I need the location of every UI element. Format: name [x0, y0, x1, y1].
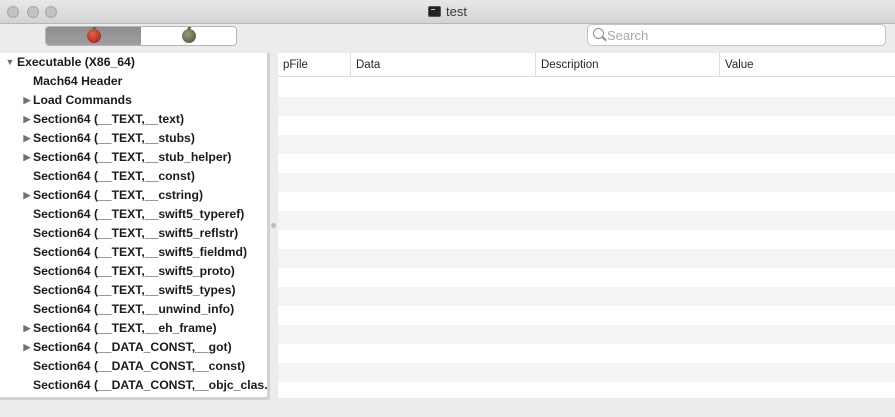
view-segmented-control — [45, 26, 237, 46]
column-header-value[interactable]: Value — [719, 53, 895, 77]
outline-row[interactable]: ▶ Load Commands — [0, 91, 267, 110]
gray-apple-icon — [181, 29, 196, 43]
outline-row[interactable]: Section64 (__DATA_CONST,__objc_clas. — [0, 376, 267, 395]
disclosure-expanded-icon[interactable]: ▼ — [5, 53, 15, 72]
table-body — [278, 78, 895, 398]
outline-row[interactable]: Section64 (__TEXT,__swift5_typeref) — [0, 205, 267, 224]
toolbar — [0, 24, 895, 53]
window-title-container: test — [0, 4, 895, 19]
column-header-data[interactable]: Data — [350, 53, 535, 77]
split-view-divider-handle[interactable] — [271, 223, 276, 228]
outline-row[interactable]: Section64 (__TEXT,__swift5_reflstr) — [0, 224, 267, 243]
outline-row-label: Load Commands — [33, 93, 132, 107]
detail-table[interactable]: pFile Data Description Value — [278, 53, 895, 398]
outline-row[interactable]: Section64 (__TEXT,__unwind_info) — [0, 300, 267, 319]
table-row[interactable] — [278, 97, 895, 116]
disclosure-collapsed-icon[interactable]: ▶ — [22, 91, 32, 110]
search-icon — [593, 28, 604, 39]
outline-row-label: Section64 (__TEXT,__const) — [33, 169, 195, 183]
column-header-pfile[interactable]: pFile — [278, 53, 350, 77]
table-row[interactable] — [278, 211, 895, 230]
table-header: pFile Data Description Value — [278, 53, 895, 77]
outline-row[interactable]: Section64 (__TEXT,__swift5_proto) — [0, 262, 267, 281]
outline-row[interactable]: ▶ Section64 (__TEXT,__text) — [0, 110, 267, 129]
title-bar: test — [0, 0, 895, 24]
outline-row-label: Section64 (__DATA_CONST,__const) — [33, 359, 246, 373]
outline-row[interactable]: Section64 (__TEXT,__swift5_types) — [0, 281, 267, 300]
outline-row-label: Section64 (__TEXT,__swift5_proto) — [33, 264, 235, 278]
outline-view[interactable]: ▼ Executable (X86_64) Mach64 Header ▶ Load C… — [0, 53, 270, 400]
outline-row-label: Section64 (__TEXT,__stub_helper) — [33, 150, 232, 164]
outline-row[interactable]: Section64 (__DATA_CONST,__const) — [0, 357, 267, 376]
outline-row-label: Section64 (__TEXT,__stubs) — [33, 131, 195, 145]
segment-gray-apple[interactable] — [141, 27, 236, 45]
outline-row-label: Section64 (__TEXT,__swift5_types) — [33, 283, 236, 297]
outline-row[interactable]: ▼ Executable (X86_64) — [0, 53, 267, 72]
disclosure-collapsed-icon[interactable]: ▶ — [22, 110, 32, 129]
outline-row-label: Section64 (__DATA_CONST,__objc_clas. — [33, 378, 268, 392]
status-bar — [0, 400, 895, 417]
table-row[interactable] — [278, 363, 895, 382]
table-row[interactable] — [278, 344, 895, 363]
table-row[interactable] — [278, 325, 895, 344]
terminal-icon — [428, 6, 442, 17]
outline-row-label: Section64 (__TEXT,__swift5_typeref) — [33, 207, 245, 221]
table-row[interactable] — [278, 173, 895, 192]
table-row[interactable] — [278, 154, 895, 173]
disclosure-collapsed-icon[interactable]: ▶ — [22, 186, 32, 205]
table-row[interactable] — [278, 382, 895, 398]
outline-row[interactable]: ▶ Section64 (__TEXT,__stubs) — [0, 129, 267, 148]
outline-row[interactable]: Section64 (__TEXT,__const) — [0, 167, 267, 186]
outline-row[interactable]: ▶ Section64 (__DATA_CONST,__got) — [0, 338, 267, 357]
outline-row[interactable]: Section64 (__TEXT,__swift5_fieldmd) — [0, 243, 267, 262]
table-row[interactable] — [278, 135, 895, 154]
outline-row[interactable]: ▶ Section64 (__TEXT,__cstring) — [0, 186, 267, 205]
outline-row-label: Section64 (__TEXT,__cstring) — [33, 188, 204, 202]
table-row[interactable] — [278, 78, 895, 97]
search-input[interactable] — [607, 27, 877, 43]
outline-row-label: Section64 (__DATA_CONST,__got) — [33, 340, 232, 354]
outline-row-label: Executable (X86_64) — [17, 55, 135, 69]
table-row[interactable] — [278, 116, 895, 135]
disclosure-collapsed-icon[interactable]: ▶ — [22, 148, 32, 167]
outline-row-label: Section64 (__TEXT,__eh_frame) — [33, 321, 217, 335]
disclosure-collapsed-icon[interactable]: ▶ — [22, 338, 32, 357]
outline-row-label: Section64 (__TEXT,__swift5_reflstr) — [33, 226, 239, 240]
outline-row-label: Mach64 Header — [33, 74, 123, 88]
table-row[interactable] — [278, 268, 895, 287]
outline-row[interactable]: ▶ Section64 (__TEXT,__eh_frame) — [0, 319, 267, 338]
red-apple-icon — [86, 29, 101, 43]
outline-row-label: Section64 (__TEXT,__text) — [33, 112, 185, 126]
search-field[interactable] — [587, 24, 886, 46]
disclosure-collapsed-icon[interactable]: ▶ — [22, 319, 32, 338]
table-row[interactable] — [278, 306, 895, 325]
outline-row-label: Section64 (__TEXT,__unwind_info) — [33, 302, 235, 316]
table-row[interactable] — [278, 249, 895, 268]
table-row[interactable] — [278, 287, 895, 306]
outline-row[interactable]: Mach64 Header — [0, 72, 267, 91]
outline-row[interactable]: ▶ Section64 (__TEXT,__stub_helper) — [0, 148, 267, 167]
outline-row-label: Section64 (__TEXT,__swift5_fieldmd) — [33, 245, 248, 259]
window-title: test — [446, 4, 467, 19]
column-header-description[interactable]: Description — [535, 53, 719, 77]
disclosure-collapsed-icon[interactable]: ▶ — [22, 129, 32, 148]
segment-red-apple[interactable] — [46, 27, 141, 45]
table-row[interactable] — [278, 192, 895, 211]
table-row[interactable] — [278, 230, 895, 249]
